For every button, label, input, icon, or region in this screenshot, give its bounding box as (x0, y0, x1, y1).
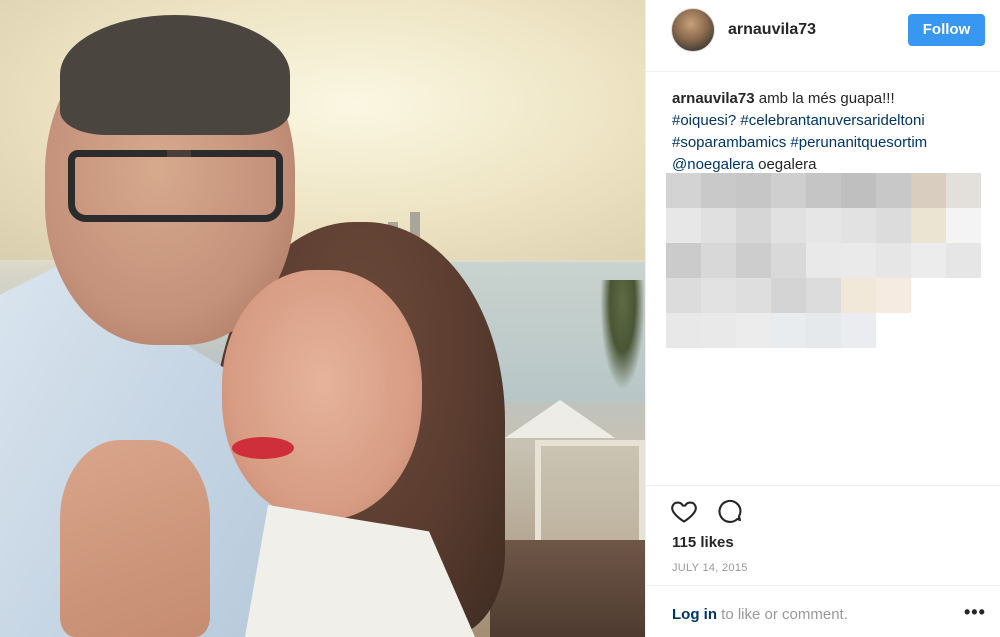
pixel-block (911, 208, 946, 243)
header-username[interactable]: arnauvila73 (728, 21, 816, 39)
pixel-block (771, 278, 806, 313)
pixel-block (911, 278, 946, 313)
pixelated-comments (666, 173, 981, 350)
pixel-block (876, 208, 911, 243)
pixel-block (806, 313, 841, 348)
pixel-block (666, 313, 701, 348)
pixel-block (946, 278, 981, 313)
caption-trailing-text: oegalera (758, 156, 817, 173)
pixel-block (911, 173, 946, 208)
login-footer: Log in to like or comment. ••• (646, 585, 1000, 637)
pixel-block (946, 243, 981, 278)
pixel-block (876, 313, 911, 348)
photo-palm (600, 280, 645, 390)
pixel-block (736, 243, 771, 278)
pixel-block (701, 208, 736, 243)
woman-lips (232, 437, 294, 459)
caption-text: amb la més guapa!!! (758, 90, 895, 107)
pixel-block (736, 313, 771, 348)
pixel-row (666, 278, 981, 313)
follow-button[interactable]: Follow (908, 14, 985, 46)
pixel-row (666, 313, 981, 348)
post-date: JULY 14, 2015 (672, 562, 748, 574)
pixel-block (701, 313, 736, 348)
post-sidebar: arnauvila73 Follow arnauvila73 amb la mé… (645, 0, 1000, 637)
more-options-icon[interactable]: ••• (964, 602, 986, 623)
pixel-block (666, 243, 701, 278)
pixel-block (771, 243, 806, 278)
hashtag-link[interactable]: #soparambamics (672, 134, 786, 151)
likes-count[interactable]: 115 likes (672, 534, 734, 551)
pixel-block (701, 173, 736, 208)
login-text: to like or comment. (721, 606, 848, 623)
pixel-block (701, 243, 736, 278)
photo-deck (490, 540, 645, 637)
photo-umbrella (505, 400, 615, 438)
post-header: arnauvila73 Follow (646, 0, 1000, 72)
pixel-row (666, 173, 981, 208)
pixel-block (911, 243, 946, 278)
pixel-block (806, 243, 841, 278)
pixel-block (876, 243, 911, 278)
pixel-row (666, 243, 981, 278)
hashtag-link[interactable]: #oiquesi? (672, 112, 736, 129)
login-link[interactable]: Log in (672, 606, 717, 623)
pixel-block (806, 278, 841, 313)
hashtag-link[interactable]: #celebrantanuversarideltoni (740, 112, 924, 129)
caption-username[interactable]: arnauvila73 (672, 90, 755, 107)
pixel-block (841, 243, 876, 278)
pixel-block (946, 313, 981, 348)
pixel-block (876, 173, 911, 208)
pixel-block (666, 208, 701, 243)
hashtag-link[interactable]: #perunanitquesortim (790, 134, 927, 151)
heart-icon[interactable] (670, 497, 698, 525)
pixel-block (806, 208, 841, 243)
woman-face (222, 270, 422, 520)
hand (60, 440, 210, 637)
pixel-block (946, 208, 981, 243)
pixel-block (736, 208, 771, 243)
pixel-block (666, 173, 701, 208)
pixel-block (771, 208, 806, 243)
pixel-block (841, 208, 876, 243)
pixel-block (946, 173, 981, 208)
man-hair (60, 15, 290, 135)
post-photo[interactable] (0, 0, 645, 637)
actions-divider (646, 485, 1000, 486)
comment-icon[interactable] (716, 497, 744, 525)
pixel-block (806, 173, 841, 208)
pixel-block (841, 313, 876, 348)
pixel-block (876, 278, 911, 313)
pixel-block (736, 173, 771, 208)
pixel-block (666, 278, 701, 313)
pixel-block (701, 278, 736, 313)
pixel-block (841, 173, 876, 208)
login-prompt: Log in to like or comment. (672, 606, 848, 623)
pixel-row (666, 208, 981, 243)
pixel-block (911, 313, 946, 348)
caption: arnauvila73 amb la més guapa!!! #oiquesi… (672, 88, 982, 176)
pixel-block (736, 278, 771, 313)
glasses (68, 150, 283, 222)
pixel-block (771, 173, 806, 208)
pixel-block (841, 278, 876, 313)
pixel-block (771, 313, 806, 348)
avatar[interactable] (671, 8, 715, 52)
mention-link[interactable]: @noegalera (672, 156, 754, 173)
